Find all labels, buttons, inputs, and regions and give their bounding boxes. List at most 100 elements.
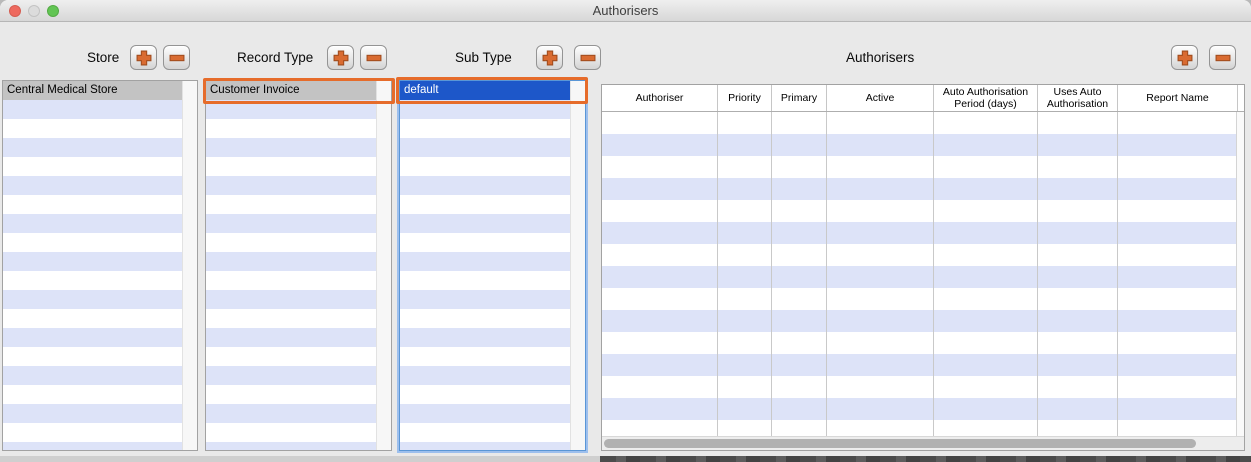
list-row-empty	[400, 385, 570, 404]
table-row[interactable]	[602, 222, 1236, 244]
sub-type-list[interactable]: default	[399, 80, 586, 451]
list-row-empty	[206, 328, 376, 347]
table-row[interactable]	[602, 332, 1236, 354]
table-row[interactable]	[602, 156, 1236, 178]
table-row[interactable]	[602, 134, 1236, 156]
store-add-button[interactable]	[130, 45, 157, 70]
list-row-empty	[400, 423, 570, 442]
table-cell	[1038, 310, 1118, 332]
list-row-empty	[206, 195, 376, 214]
table-row[interactable]	[602, 398, 1236, 420]
list-row-empty	[400, 442, 570, 451]
record-type-list-rows: Customer Invoice	[206, 81, 376, 450]
list-item[interactable]: default	[400, 81, 570, 100]
table-cell	[602, 222, 718, 244]
list-row-empty	[400, 119, 570, 138]
table-cell	[602, 134, 718, 156]
table-cell	[772, 244, 827, 266]
table-cell	[827, 156, 934, 178]
vertical-scrollbar[interactable]	[1236, 112, 1244, 436]
table-cell	[934, 112, 1038, 134]
list-item[interactable]: Customer Invoice	[206, 81, 376, 100]
table-row[interactable]	[602, 244, 1236, 266]
table-cell	[1118, 310, 1236, 332]
table-cell	[1038, 398, 1118, 420]
table-cell	[602, 112, 718, 134]
table-cell	[602, 200, 718, 222]
table-row[interactable]	[602, 376, 1236, 398]
table-cell	[1118, 266, 1236, 288]
table-cell	[934, 376, 1038, 398]
store-list[interactable]: Central Medical Store	[2, 80, 198, 451]
table-cell	[827, 288, 934, 310]
list-row-empty	[400, 195, 570, 214]
table-cell	[1038, 244, 1118, 266]
table-row[interactable]	[602, 420, 1236, 436]
list-row-empty	[206, 157, 376, 176]
record-type-remove-button[interactable]	[360, 45, 387, 70]
list-row-empty	[206, 290, 376, 309]
authorisers-remove-button[interactable]	[1209, 45, 1236, 70]
table-cell	[602, 354, 718, 376]
authorisers-add-button[interactable]	[1171, 45, 1198, 70]
list-row-empty	[206, 100, 376, 119]
table-cell	[772, 266, 827, 288]
list-row-empty	[400, 214, 570, 233]
table-cell	[718, 310, 772, 332]
list-row-empty	[206, 423, 376, 442]
table-cell	[934, 310, 1038, 332]
list-row-empty	[206, 442, 376, 451]
table-cell	[1038, 156, 1118, 178]
table-cell	[934, 200, 1038, 222]
list-item[interactable]: Central Medical Store	[3, 81, 182, 100]
list-row-empty	[206, 309, 376, 328]
horizontal-scrollbar-thumb[interactable]	[604, 439, 1196, 448]
list-row-empty	[206, 119, 376, 138]
table-row[interactable]	[602, 266, 1236, 288]
table-cell	[1118, 200, 1236, 222]
table-row[interactable]	[602, 112, 1236, 134]
table-cell	[602, 398, 718, 420]
store-list-scrollbar[interactable]	[182, 81, 197, 450]
record-type-list-scrollbar[interactable]	[376, 81, 391, 450]
minus-icon	[366, 50, 382, 66]
table-cell	[1118, 420, 1236, 436]
table-row[interactable]	[602, 200, 1236, 222]
authorisers-table[interactable]: AuthoriserPriorityPrimaryActiveAuto Auth…	[601, 84, 1245, 451]
table-cell	[772, 178, 827, 200]
table-cell	[772, 420, 827, 436]
table-cell	[934, 222, 1038, 244]
list-row-empty	[400, 176, 570, 195]
sub-type-add-button[interactable]	[536, 45, 563, 70]
record-type-list[interactable]: Customer Invoice	[205, 80, 392, 451]
sub-type-list-rows: default	[400, 81, 570, 450]
table-cell	[1118, 244, 1236, 266]
table-cell	[772, 200, 827, 222]
table-row[interactable]	[602, 288, 1236, 310]
list-row-empty	[3, 214, 182, 233]
authorisers-table-header: AuthoriserPriorityPrimaryActiveAuto Auth…	[602, 85, 1244, 112]
table-cell	[827, 178, 934, 200]
sub-type-remove-button[interactable]	[574, 45, 601, 70]
table-row[interactable]	[602, 178, 1236, 200]
table-cell	[827, 222, 934, 244]
list-row-empty	[206, 214, 376, 233]
list-row-empty	[400, 309, 570, 328]
sub-type-list-scrollbar[interactable]	[570, 81, 585, 450]
store-list-rows: Central Medical Store	[3, 81, 182, 450]
table-cell	[772, 332, 827, 354]
table-cell	[1118, 112, 1236, 134]
table-row[interactable]	[602, 310, 1236, 332]
record-type-add-button[interactable]	[327, 45, 354, 70]
table-cell	[1038, 332, 1118, 354]
list-row-empty	[3, 176, 182, 195]
list-row-empty	[400, 366, 570, 385]
horizontal-scrollbar[interactable]	[602, 436, 1244, 450]
table-cell	[827, 310, 934, 332]
column-header: Priority	[718, 85, 772, 111]
table-cell	[1118, 156, 1236, 178]
table-row[interactable]	[602, 354, 1236, 376]
store-remove-button[interactable]	[163, 45, 190, 70]
store-label: Store	[87, 50, 119, 65]
table-cell	[1118, 398, 1236, 420]
